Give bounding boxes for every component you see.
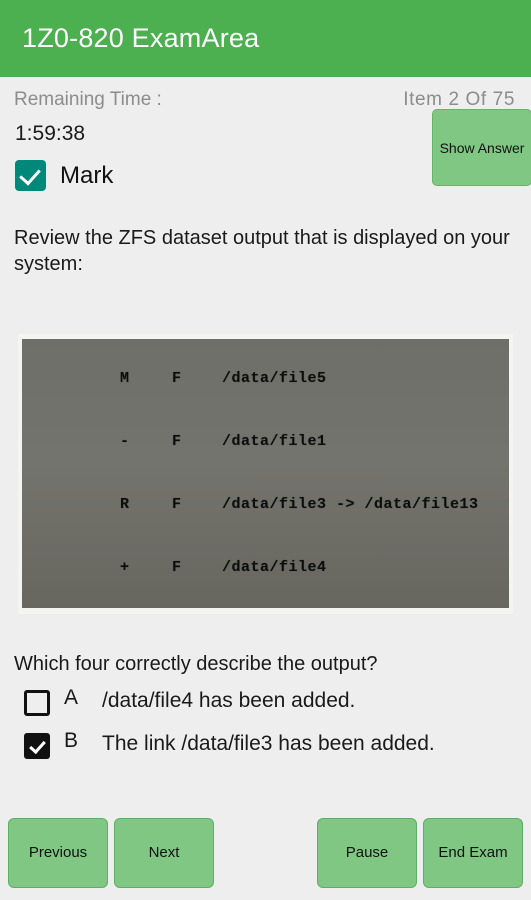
show-answer-button[interactable]: Show Answer (432, 109, 531, 186)
app-bar: 1Z0-820 ExamArea (0, 0, 531, 77)
exhibit-line-type: F (172, 496, 182, 513)
exhibit-line-flag: R (120, 496, 130, 513)
exhibit-line-type: F (172, 370, 182, 387)
mark-checkbox[interactable] (15, 160, 46, 191)
answer-option-b[interactable]: B The link /data/file3 has been added. (14, 729, 517, 759)
answer-letter-a: A (64, 686, 79, 709)
end-exam-button[interactable]: End Exam (423, 817, 523, 888)
exhibit-line: R F/data/file3 -> /data/file13 (44, 473, 499, 536)
next-button[interactable]: Next (114, 817, 214, 888)
exhibit-line-flag: M (120, 370, 130, 387)
answer-checkbox-b[interactable] (24, 733, 50, 759)
exhibit-line: - F/data/file1 (44, 410, 499, 473)
exhibit-line-path: /data/file3 -> /data/file13 (222, 496, 479, 513)
status-row: Remaining Time : Item 2 Of 75 (14, 77, 517, 111)
exhibit-line-path: /data/file1 (222, 433, 327, 450)
exhibit-line: M F/data/file5 (44, 347, 499, 410)
answer-option-a[interactable]: A /data/file4 has been added. (14, 686, 517, 716)
question-prompt: Which four correctly describe the output… (14, 653, 378, 675)
item-counter: Item 2 Of 75 (403, 89, 515, 110)
exhibit-line-flag: + (120, 559, 130, 576)
answer-checkbox-a[interactable] (24, 690, 50, 716)
answer-text-a: /data/file4 has been added. (102, 689, 356, 712)
answer-letter-b: B (64, 729, 79, 752)
remaining-time-label: Remaining Time : (14, 89, 162, 110)
exhibit-line-path: /data/file5 (222, 370, 327, 387)
exhibit-line-type: F (172, 433, 182, 450)
previous-button[interactable]: Previous (8, 817, 108, 888)
status-section: Remaining Time : Item 2 Of 75 1:59:38 Sh… (0, 77, 531, 191)
exhibit-terminal-output: M F/data/file5 - F/data/file1 R F/data/file… (22, 339, 509, 608)
question-stem: Review the ZFS dataset output that is di… (14, 227, 510, 275)
answer-text-b: The link /data/file3 has been added. (102, 732, 435, 755)
page-title: 1Z0-820 ExamArea (22, 23, 260, 53)
pause-button[interactable]: Pause (317, 817, 417, 888)
exhibit-line-flag: - (120, 433, 130, 450)
exhibit-line-type: F (172, 559, 182, 576)
question-scroll-area[interactable]: Review the ZFS dataset output that is di… (0, 222, 531, 775)
answer-option-c[interactable]: C /data/file3 has been renamed to /data/… (14, 772, 517, 775)
exhibit-image: M F/data/file5 - F/data/file1 R F/data/file… (18, 334, 513, 614)
answer-options-list: A /data/file4 has been added. B The link… (14, 686, 517, 775)
mark-label: Mark (60, 161, 114, 189)
exhibit-line: + F/data/file4 (44, 536, 499, 599)
answer-letter-c: C (64, 772, 79, 775)
exhibit-line-path: /data/file4 (222, 559, 327, 576)
answer-text-c: /data/file3 has been renamed to /data/fi… (103, 772, 513, 775)
footer-toolbar: Previous Next Pause End Exam (0, 805, 531, 900)
